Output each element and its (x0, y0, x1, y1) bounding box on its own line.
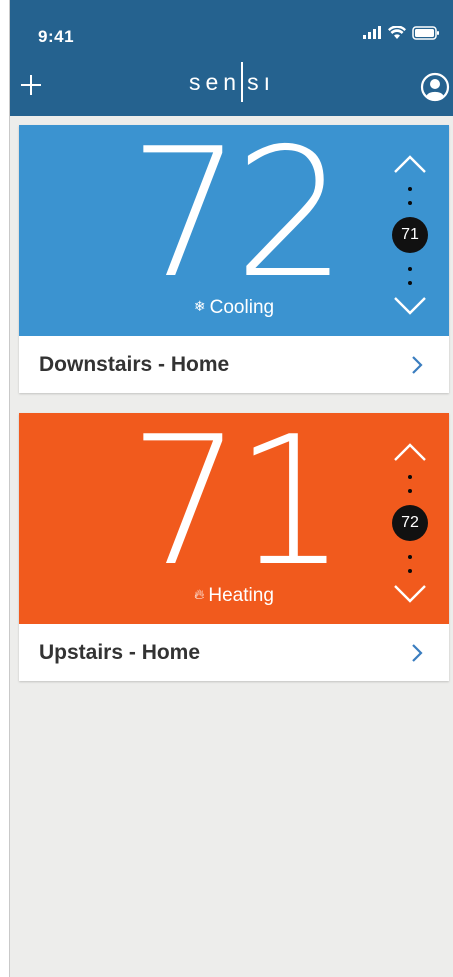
dot-indicator (408, 555, 412, 559)
temperature-up-button[interactable] (393, 441, 427, 463)
open-details-button[interactable] (397, 633, 437, 673)
sensi-logo: sen sı (10, 60, 453, 104)
dot-indicator (408, 569, 412, 573)
thermostat-card-downstairs: 72 ❄ Cooling 71 Downstairs - Home (19, 125, 449, 393)
thermostat-display[interactable]: 71 🔥︎ Heating 72 (19, 413, 449, 624)
setpoint-control: 72 (387, 433, 433, 613)
wifi-icon (388, 26, 406, 39)
thermostat-display[interactable]: 72 ❄ Cooling 71 (19, 125, 449, 336)
dot-indicator (408, 281, 412, 285)
dot-indicator (408, 267, 412, 271)
dot-indicator (408, 489, 412, 493)
battery-icon (412, 26, 439, 40)
temperature-down-button[interactable] (393, 295, 427, 317)
status-time: 9:41 (38, 27, 75, 46)
open-details-button[interactable] (397, 345, 437, 385)
app-screen: 9:41 sen sı 72 ❄ Cooling 71 Downstairs -… (9, 0, 453, 977)
dot-indicator (408, 187, 412, 191)
chevron-right-icon (412, 643, 423, 662)
thermostat-name: Upstairs - Home (39, 640, 201, 664)
app-header: 9:41 sen sı (10, 0, 453, 116)
signal-icon (363, 26, 381, 39)
temperature-down-button[interactable] (393, 583, 427, 605)
thermostat-name-row[interactable]: Downstairs - Home (19, 336, 449, 393)
chevron-down-icon (394, 297, 426, 315)
mode-status: ❄ Cooling (19, 297, 449, 319)
logo-divider (241, 62, 244, 102)
thermostat-name: Downstairs - Home (39, 352, 230, 376)
mode-label: Heating (208, 585, 274, 606)
chevron-down-icon (394, 585, 426, 603)
thermostat-card-upstairs: 71 🔥︎ Heating 72 Upstairs - Home (19, 413, 449, 681)
flame-icon: 🔥︎ (194, 586, 205, 602)
chevron-right-icon (412, 355, 423, 374)
user-profile-icon (420, 72, 450, 102)
dot-indicator (408, 475, 412, 479)
logo-text-left: sen (189, 68, 242, 95)
setpoint-control: 71 (387, 145, 433, 325)
dot-indicator (408, 201, 412, 205)
thermostat-name-row[interactable]: Upstairs - Home (19, 624, 449, 681)
profile-button[interactable] (420, 72, 450, 102)
status-icons (362, 26, 440, 40)
setpoint-badge: 72 (392, 505, 428, 541)
logo-text-right: sı (247, 68, 275, 95)
setpoint-badge: 71 (392, 217, 428, 253)
temperature-up-button[interactable] (393, 153, 427, 175)
chevron-up-icon (394, 443, 426, 461)
mode-label: Cooling (209, 297, 275, 318)
mode-status: 🔥︎ Heating (19, 585, 449, 607)
chevron-up-icon (394, 155, 426, 173)
current-temperature: 71 (128, 398, 348, 605)
current-temperature: 72 (128, 110, 348, 317)
snowflake-icon: ❄ (193, 298, 206, 314)
